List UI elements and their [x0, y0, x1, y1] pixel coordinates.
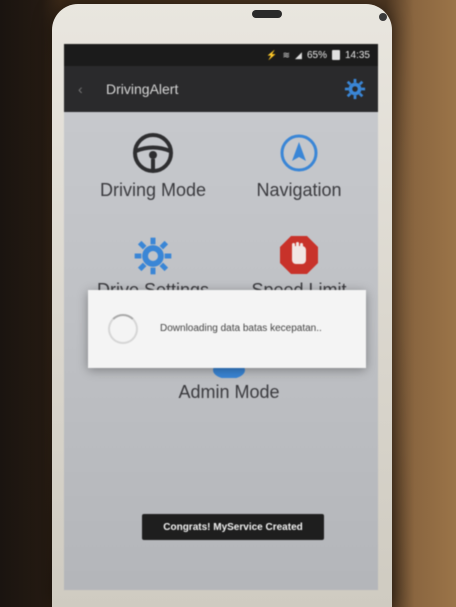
phone-screen: ⚡ ≋ ◢ 65% 14:35 ‹ DrivingAlert Driving M… — [64, 44, 378, 590]
navigation-arrow-icon — [280, 134, 318, 172]
clock: 14:35 — [344, 49, 370, 61]
signal-icon: ◢ — [295, 49, 302, 60]
steering-wheel-icon — [133, 133, 173, 173]
back-chevron-icon[interactable]: ‹ — [78, 82, 100, 96]
battery-icon — [331, 50, 340, 60]
battery-percent: 65% — [306, 49, 327, 61]
tile-navigation[interactable]: Navigation — [224, 130, 374, 201]
settings-gear-icon[interactable] — [344, 78, 366, 100]
tile-label: Navigation — [256, 180, 342, 200]
action-bar: ‹ DrivingAlert — [64, 66, 378, 112]
loading-spinner-icon — [108, 314, 138, 344]
dialog-message: Downloading data batas kecepatan.. — [160, 323, 322, 334]
progress-dialog: Downloading data batas kecepatan.. — [88, 290, 366, 368]
usb-icon: ⚡ — [266, 49, 278, 60]
tile-driving-mode[interactable]: Driving Mode — [78, 130, 228, 201]
wifi-icon: ≋ — [282, 49, 291, 60]
front-camera — [379, 13, 387, 21]
earpiece-speaker — [252, 10, 282, 18]
app-title: DrivingAlert — [106, 81, 179, 97]
toast-message: Congrats! MyService Created — [142, 514, 324, 540]
tile-label: Admin Mode — [178, 382, 280, 402]
gear-icon — [134, 237, 172, 275]
tile-label: Driving Mode — [99, 180, 207, 200]
stop-hand-icon — [280, 236, 318, 274]
background-left-shadow — [0, 0, 60, 607]
status-bar: ⚡ ≋ ◢ 65% 14:35 — [64, 44, 378, 66]
background-wood — [386, 0, 456, 607]
